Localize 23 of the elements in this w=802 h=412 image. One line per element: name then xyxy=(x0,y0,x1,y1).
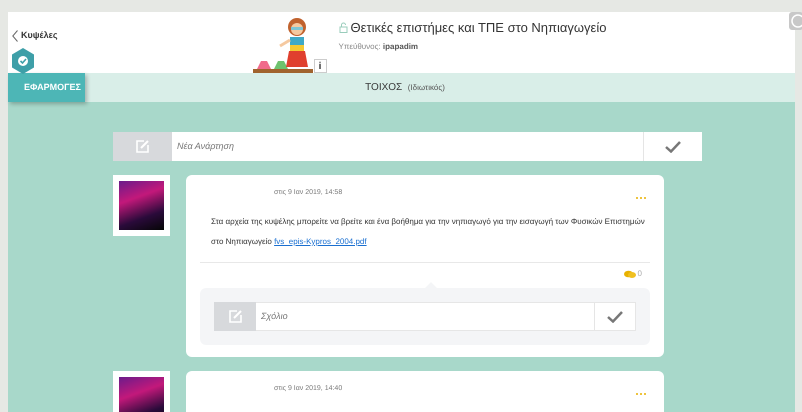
new-post-field[interactable]: Νέα Ανάρτηση xyxy=(172,132,643,161)
edit-button[interactable] xyxy=(113,132,172,161)
submit-button[interactable] xyxy=(594,302,636,331)
back-link[interactable]: Κυψέλες xyxy=(12,29,58,42)
owner-text: Υπεύθυνος: ipapadim xyxy=(338,40,420,52)
comment-count: 0 xyxy=(638,268,642,280)
comment-field[interactable]: Σχόλιο xyxy=(256,302,594,331)
class-title: Θετικές επιστήμες και ΤΠΕ στο Νηπιαγωγείο xyxy=(350,19,606,37)
avatar-image xyxy=(113,175,170,236)
post-text: Στα αρχεία της κυψέλης μπορείτε να βρείτε και ένα βοήθημα για την νηπιαγωγό για την εισαγωγή των Φυσικών Επιστημών στο Νηπιαγωγείο fvs_epis-Kypros_2004.pdf xyxy=(211,216,646,248)
comments-icon[interactable] xyxy=(624,270,636,278)
check-icon xyxy=(607,310,623,322)
file-link[interactable]: fvs_epis-Kypros_2004.pdf xyxy=(274,237,367,246)
edit-icon xyxy=(228,309,242,324)
help-icon[interactable] xyxy=(789,12,802,30)
info-button[interactable]: i xyxy=(314,59,327,73)
edit-icon xyxy=(135,139,150,154)
submit-button[interactable] xyxy=(643,132,702,161)
back-chevron-icon xyxy=(12,30,18,42)
check-icon xyxy=(665,140,681,152)
wall-title: ΤΟΙΧΟΣ (Ιδιωτικός) xyxy=(364,81,446,95)
edit-button[interactable] xyxy=(214,302,256,331)
padlock-icon xyxy=(338,22,348,34)
